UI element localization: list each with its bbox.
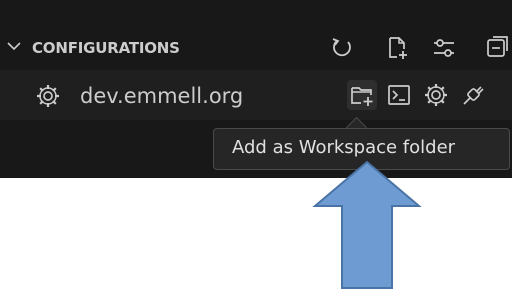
item-label: dev.emmell.org — [80, 84, 244, 108]
gear-icon — [37, 85, 59, 107]
add-folder-icon[interactable] — [347, 80, 377, 110]
filter-settings-icon[interactable] — [430, 34, 458, 62]
chevron-down-icon[interactable] — [6, 38, 22, 54]
terminal-icon[interactable] — [384, 80, 414, 110]
tree-item-dev-emmell-org[interactable]: dev.emmell.org — [0, 70, 512, 120]
annotation-arrow-up — [312, 160, 422, 289]
explorer-panel: CONFIGURATIONS dev.emmell.org Add as Wor… — [0, 0, 512, 178]
settings-gear-icon[interactable] — [421, 80, 451, 110]
section-header-configurations[interactable]: CONFIGURATIONS — [0, 30, 512, 70]
refresh-icon[interactable] — [328, 34, 356, 62]
collapse-icon[interactable] — [484, 34, 512, 62]
new-file-icon[interactable] — [384, 34, 412, 62]
connect-plug-icon[interactable] — [458, 80, 488, 110]
tooltip-text: Add as Workspace folder — [232, 137, 456, 158]
section-title: CONFIGURATIONS — [32, 39, 180, 57]
